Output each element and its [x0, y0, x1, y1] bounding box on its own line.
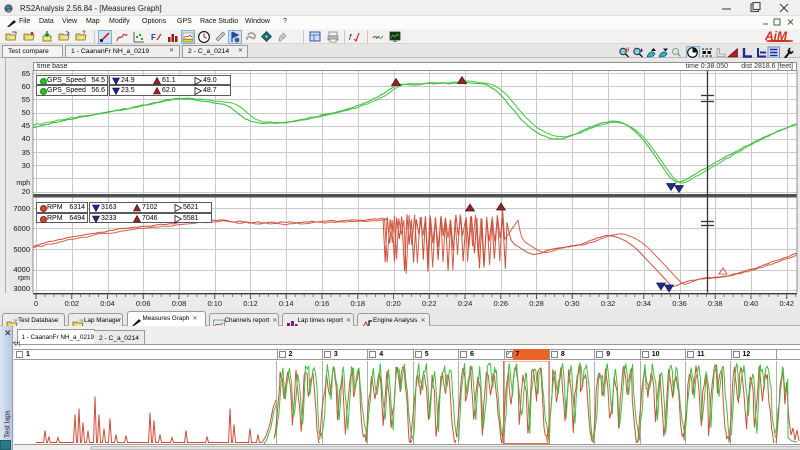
svg-text:0:42: 0:42	[779, 299, 794, 308]
svg-text:0:20: 0:20	[386, 299, 401, 308]
svg-text:0:04: 0:04	[100, 299, 115, 308]
svg-text:0:14: 0:14	[279, 299, 294, 308]
svg-text:0:38: 0:38	[708, 299, 723, 308]
svg-text:0:26: 0:26	[493, 299, 508, 308]
svg-text:0: 0	[34, 299, 38, 308]
svg-text:0:36: 0:36	[672, 299, 687, 308]
svg-text:0:02: 0:02	[64, 299, 79, 308]
svg-text:0:24: 0:24	[458, 299, 473, 308]
svg-text:0:08: 0:08	[172, 299, 187, 308]
svg-text:0:06: 0:06	[136, 299, 151, 308]
svg-text:0:28: 0:28	[529, 299, 544, 308]
svg-text:0:12: 0:12	[243, 299, 258, 308]
svg-text:0:30: 0:30	[565, 299, 580, 308]
svg-text:0:10: 0:10	[207, 299, 222, 308]
svg-text:0:22: 0:22	[422, 299, 437, 308]
svg-text:0:16: 0:16	[315, 299, 330, 308]
svg-text:0:40: 0:40	[744, 299, 759, 308]
svg-text:0:18: 0:18	[350, 299, 365, 308]
svg-text:0:34: 0:34	[636, 299, 651, 308]
svg-text:0:32: 0:32	[601, 299, 616, 308]
